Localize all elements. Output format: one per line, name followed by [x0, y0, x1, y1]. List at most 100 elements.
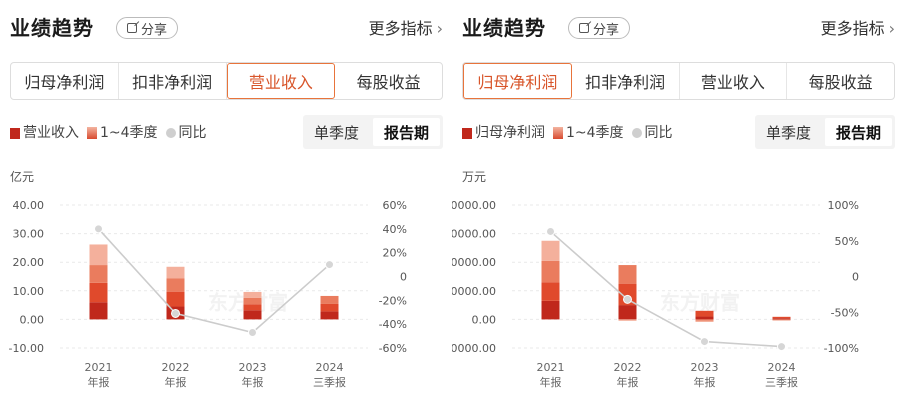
metric-tab[interactable]: 归母净利润 [11, 63, 119, 99]
y2-tick-label: 60% [383, 199, 407, 212]
single-quarter-option[interactable]: 单季度 [755, 115, 822, 149]
share-label: 分享 [592, 22, 619, 38]
x-tick-label: 年报 [540, 375, 562, 389]
yoy-point [171, 308, 180, 318]
y-tick-label: -10000.00 [452, 342, 496, 355]
bar-q3 [89, 265, 108, 283]
bar-q2 [89, 282, 108, 303]
more-indicators-link[interactable]: 更多指标 › [821, 15, 895, 39]
metric-tab[interactable]: 每股收益 [787, 63, 894, 99]
single-quarter-option[interactable]: 单季度 [303, 115, 370, 149]
y2-tick-label: 0 [852, 271, 859, 284]
x-tick-label: 年报 [617, 375, 639, 389]
bar-q4 [618, 319, 637, 321]
bar-q2 [772, 316, 791, 319]
yoy-point [325, 260, 334, 270]
legend-quarters-label: 1~4季度 [566, 125, 624, 141]
legend-main: 归母净利润 [462, 122, 545, 142]
chart-svg: 40000.00 30000.00 20000.00 10000.00 0.00 -100… [452, 199, 859, 389]
bar-q1 [89, 302, 108, 320]
chart-legend: 归母净利润 1~4季度 同比 [462, 122, 673, 142]
y2-tick-label: 20% [383, 247, 407, 260]
y-tick-label: 20.00 [13, 256, 45, 269]
x-tick-label: 2021 [85, 361, 113, 374]
y-tick-label: 40.00 [13, 199, 45, 212]
legend-yoy-dot [631, 128, 642, 138]
y2-tick-label: -100% [824, 342, 859, 355]
bar-q3 [618, 265, 637, 284]
panel-revenue: 业绩趋势 分享 更多指标 › 归母净利润 扣非净利润 营业收入 每股收益 营业收入 1~4季度 同比… [0, 0, 445, 404]
yoy-point [777, 342, 786, 352]
yoy-point [248, 328, 257, 338]
yoy-line [97, 228, 331, 334]
bar-q3 [541, 260, 560, 283]
y-tick-label: 30.00 [13, 228, 45, 241]
chart-svg: 40.00 30.00 20.00 10.00 0.00 -10.00 60% 40% 20% 0… [9, 199, 407, 389]
legend-yoy-label: 同比 [644, 125, 673, 141]
share-button[interactable]: 分享 [116, 17, 178, 39]
share-icon [126, 23, 137, 33]
y-tick-label: 20000.00 [452, 256, 496, 269]
y-tick-label: 0.00 [472, 313, 497, 326]
legend-main: 营业收入 [10, 122, 79, 142]
bar-q1 [541, 300, 560, 320]
bar-q4 [243, 291, 262, 298]
metric-tab[interactable]: 每股收益 [335, 63, 442, 99]
more-indicators-link[interactable]: 更多指标 › [369, 15, 443, 39]
bar-q2 [541, 282, 560, 301]
legend-main-label: 归母净利润 [475, 125, 545, 141]
metric-tab[interactable]: 营业收入 [226, 63, 336, 99]
bar-q1 [695, 316, 714, 320]
legend-yoy: 同比 [631, 122, 673, 142]
x-tick-label: 2022 [614, 361, 642, 374]
period-toggle: 单季度 报告期 [303, 115, 443, 149]
more-indicators-label: 更多指标 [368, 19, 433, 38]
y-tick-label: 10.00 [13, 285, 45, 298]
legend-yoy-dot [165, 128, 176, 138]
legend-main-swatch [462, 127, 472, 139]
y2-tick-label: 0 [400, 271, 407, 284]
legend-quarters-swatch [553, 127, 563, 139]
more-indicators-label: 更多指标 [820, 19, 885, 38]
bar-q4 [695, 320, 714, 322]
bar-q3 [166, 278, 185, 292]
metric-tabs: 归母净利润 扣非净利润 营业收入 每股收益 [10, 62, 443, 100]
bar-q1 [320, 311, 339, 320]
legend-quarters-label: 1~4季度 [100, 125, 158, 141]
bar-q1 [772, 318, 791, 320]
metric-tab[interactable]: 营业收入 [680, 63, 788, 99]
metric-tab[interactable]: 扣非净利润 [119, 63, 227, 99]
share-button[interactable]: 分享 [568, 17, 630, 39]
legend-quarters-swatch [87, 127, 97, 139]
metric-tab[interactable]: 扣非净利润 [572, 63, 680, 99]
y2-tick-label: 50% [835, 235, 859, 248]
metric-tab[interactable]: 归母净利润 [463, 63, 572, 99]
bar-q1 [243, 310, 262, 320]
x-tick-label: 年报 [694, 375, 716, 389]
x-tick-label: 2023 [239, 361, 267, 374]
x-tick-label: 年报 [242, 375, 264, 389]
y2-tick-label: -50% [831, 306, 859, 319]
x-tick-label: 2021 [537, 361, 565, 374]
chart-legend: 营业收入 1~4季度 同比 [10, 122, 207, 142]
share-icon [578, 23, 589, 33]
bar-q2 [166, 291, 185, 307]
report-period-option[interactable]: 报告期 [373, 118, 440, 146]
legend-yoy-label: 同比 [178, 125, 207, 141]
bar-q3 [320, 295, 339, 304]
chevron-right-icon: › [436, 19, 443, 38]
y-unit-label: 万元 [462, 170, 487, 184]
x-tick-label: 2024 [768, 361, 796, 374]
bar-q3 [772, 319, 791, 321]
y2-tick-label: -20% [379, 294, 407, 307]
y2-tick-label: 100% [828, 199, 859, 212]
y-tick-label: 40000.00 [452, 199, 496, 212]
legend-quarters: 1~4季度 [87, 122, 158, 142]
y-tick-label: 0.00 [20, 313, 45, 326]
yoy-point [623, 294, 632, 304]
y2-tick-label: -60% [379, 342, 407, 355]
x-tick-label: 三季报 [765, 375, 798, 389]
report-period-option[interactable]: 报告期 [825, 118, 892, 146]
legend-quarters: 1~4季度 [553, 122, 624, 142]
y2-tick-label: -40% [379, 318, 407, 331]
